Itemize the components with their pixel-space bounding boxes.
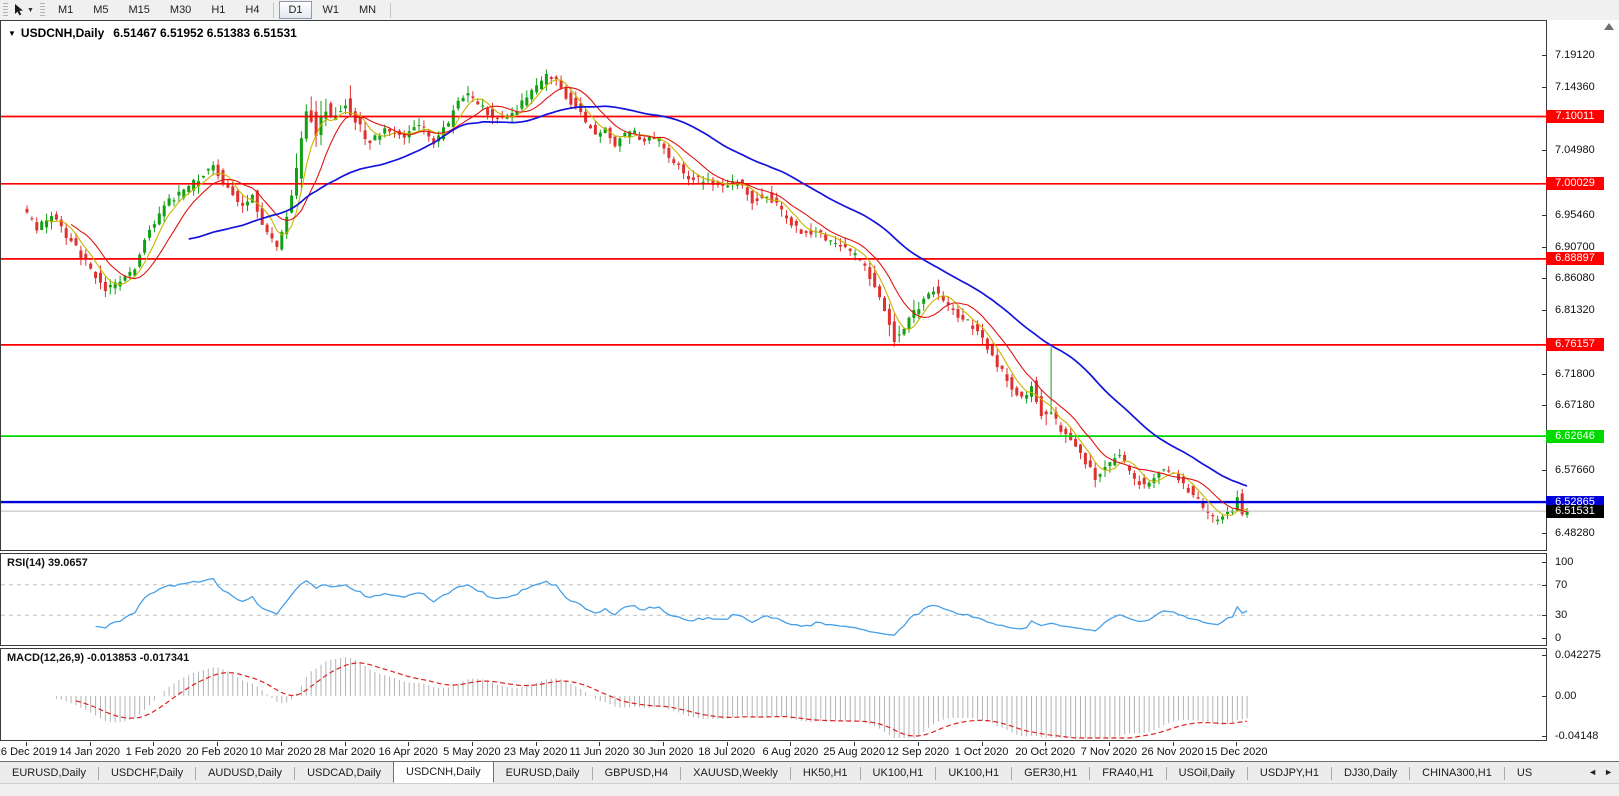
date-label: 25 Aug 2020 <box>823 746 885 758</box>
timeframe-button-m15[interactable]: M15 <box>120 1 159 19</box>
chart-tab-us[interactable]: US <box>1505 762 1532 784</box>
price-tick-label: 7.19120 <box>1547 48 1595 62</box>
date-label: 10 Mar 2020 <box>250 746 312 758</box>
chart-tab-usoil-daily[interactable]: USOil,Daily <box>1167 762 1247 784</box>
date-label: 15 Dec 2020 <box>1205 746 1267 758</box>
date-label: 20 Feb 2020 <box>186 746 248 758</box>
dropdown-caret-icon: ▼ <box>27 7 34 14</box>
date-label: 12 Sep 2020 <box>887 746 949 758</box>
chart-tab-gbpusd-h4[interactable]: GBPUSD,H4 <box>593 762 681 784</box>
chart-tab-usdcad-daily[interactable]: USDCAD,Daily <box>295 762 393 784</box>
date-label: 28 Mar 2020 <box>314 746 376 758</box>
level-price-label: 7.10011 <box>1546 110 1604 123</box>
date-label: 7 Nov 2020 <box>1081 746 1137 758</box>
price-tick-label: 6.67180 <box>1547 398 1595 412</box>
date-label: 18 Jul 2020 <box>698 746 755 758</box>
date-label: 6 Aug 2020 <box>763 746 819 758</box>
date-label: 5 May 2020 <box>443 746 500 758</box>
date-label: 26 Dec 2019 <box>0 746 57 758</box>
toolbar-separator <box>273 3 274 18</box>
price-tick-label: 6.95460 <box>1547 208 1595 222</box>
rsi-tick-label: 0 <box>1547 631 1561 645</box>
toolbar-grip[interactable] <box>3 3 8 17</box>
timeframe-button-mn[interactable]: MN <box>350 1 385 19</box>
price-tick-label: 7.04980 <box>1547 143 1595 157</box>
current-price-label: 6.51531 <box>1546 505 1604 518</box>
cursor-tool-button[interactable]: ▼ <box>11 1 37 19</box>
mt4-window: ▼ M1M5M15M30H1H4 D1W1MN ▼ USDCNH,Daily 6… <box>0 0 1619 795</box>
date-label: 16 Apr 2020 <box>379 746 438 758</box>
chart-ohlc-values: 6.51467 6.51952 6.51383 6.51531 <box>113 26 297 40</box>
price-axis: 7.191207.143607.049806.954606.907006.860… <box>1547 20 1619 741</box>
price-tick-label: 6.86080 <box>1547 271 1595 285</box>
timeframe-button-d1[interactable]: D1 <box>279 1 311 19</box>
tab-scroll-right-icon[interactable]: ► <box>1604 767 1613 777</box>
tab-scroll-buttons: ◄ ► <box>1584 761 1617 783</box>
chart-tab-china300-h1[interactable]: CHINA300,H1 <box>1410 762 1504 784</box>
date-label: 11 Jun 2020 <box>569 746 629 758</box>
timeframe-toolbar: ▼ M1M5M15M30H1H4 D1W1MN <box>0 0 1619 21</box>
timeframe-button-h4[interactable]: H4 <box>236 1 268 19</box>
chart-tab-bar: EURUSD,DailyUSDCHF,DailyAUDUSD,DailyUSDC… <box>0 761 1619 784</box>
date-label: 14 Jan 2020 <box>59 746 120 758</box>
chart-tab-uk100-h1[interactable]: UK100,H1 <box>861 762 936 784</box>
main-chart-panel: ▼ USDCNH,Daily 6.51467 6.51952 6.51383 6… <box>0 20 1547 551</box>
level-price-label: 6.76157 <box>1546 338 1604 351</box>
chart-tab-ger30-h1[interactable]: GER30,H1 <box>1012 762 1089 784</box>
date-label: 1 Oct 2020 <box>955 746 1009 758</box>
rsi-canvas[interactable] <box>1 554 1546 645</box>
price-tick-label: 6.81320 <box>1547 303 1595 317</box>
price-tick-label: 6.71800 <box>1547 367 1595 381</box>
chart-tab-usdcnh-daily[interactable]: USDCNH,Daily <box>393 761 494 783</box>
rsi-tick-label: 100 <box>1547 555 1573 569</box>
timeframe-button-m30[interactable]: M30 <box>161 1 200 19</box>
macd-canvas[interactable] <box>1 649 1546 740</box>
chart-shift-marker[interactable] <box>1604 23 1614 30</box>
chart-tab-fra40-h1[interactable]: FRA40,H1 <box>1090 762 1165 784</box>
date-label: 26 Nov 2020 <box>1141 746 1203 758</box>
price-tick-label: 6.57660 <box>1547 463 1595 477</box>
timeframe-button-m1[interactable]: M1 <box>49 1 82 19</box>
rsi-tick-label: 70 <box>1547 578 1567 592</box>
level-price-label: 6.62646 <box>1546 430 1604 443</box>
date-label: 20 Oct 2020 <box>1015 746 1075 758</box>
timeframe-button-h1[interactable]: H1 <box>202 1 234 19</box>
rsi-tick-label: 30 <box>1547 608 1567 622</box>
chart-menu-icon[interactable]: ▼ <box>8 29 16 38</box>
price-tick-label: 7.14360 <box>1547 80 1595 94</box>
date-label: 1 Feb 2020 <box>126 746 182 758</box>
macd-tick-label: 0.00 <box>1547 689 1576 703</box>
chart-tab-audusd-daily[interactable]: AUDUSD,Daily <box>196 762 294 784</box>
macd-panel: MACD(12,26,9) -0.013853 -0.017341 <box>0 648 1547 741</box>
chart-tab-usdjpy-h1[interactable]: USDJPY,H1 <box>1248 762 1331 784</box>
main-chart-canvas[interactable] <box>1 21 1546 550</box>
timeframe-button-w1[interactable]: W1 <box>314 1 349 19</box>
date-label: 30 Jun 2020 <box>633 746 694 758</box>
chart-tab-dj30-daily[interactable]: DJ30,Daily <box>1332 762 1409 784</box>
chart-tab-uk100-h1[interactable]: UK100,H1 <box>936 762 1011 784</box>
chart-symbol-label: USDCNH,Daily <box>21 26 104 40</box>
rsi-panel: RSI(14) 39.0657 <box>0 553 1547 646</box>
status-bar <box>0 783 1619 796</box>
time-axis: 26 Dec 201914 Jan 2020 1 Feb 2020 20 Feb 2… <box>0 742 1547 759</box>
level-price-label: 6.88897 <box>1546 252 1604 265</box>
rsi-label: RSI(14) 39.0657 <box>7 557 88 569</box>
macd-tick-label: -0.04148 <box>1547 729 1598 743</box>
macd-tick-label: 0.042275 <box>1547 648 1601 662</box>
macd-label: MACD(12,26,9) -0.013853 -0.017341 <box>7 652 189 664</box>
chart-tab-eurusd-daily[interactable]: EURUSD,Daily <box>494 762 592 784</box>
tab-scroll-left-icon[interactable]: ◄ <box>1588 767 1597 777</box>
level-price-label: 7.00029 <box>1546 177 1604 190</box>
cursor-icon <box>14 4 25 16</box>
toolbar-grip2[interactable] <box>40 3 45 17</box>
chart-tab-usdchf-daily[interactable]: USDCHF,Daily <box>99 762 195 784</box>
chart-tab-eurusd-daily[interactable]: EURUSD,Daily <box>0 762 98 784</box>
date-label: 23 May 2020 <box>504 746 568 758</box>
chart-title: ▼ USDCNH,Daily 6.51467 6.51952 6.51383 6… <box>8 26 297 40</box>
timeframe-button-m5[interactable]: M5 <box>84 1 117 19</box>
price-tick-label: 6.48280 <box>1547 526 1595 540</box>
chart-tab-hk50-h1[interactable]: HK50,H1 <box>791 762 860 784</box>
toolbar-separator2 <box>390 3 391 18</box>
chart-tab-xauusd-weekly[interactable]: XAUUSD,Weekly <box>681 762 790 784</box>
